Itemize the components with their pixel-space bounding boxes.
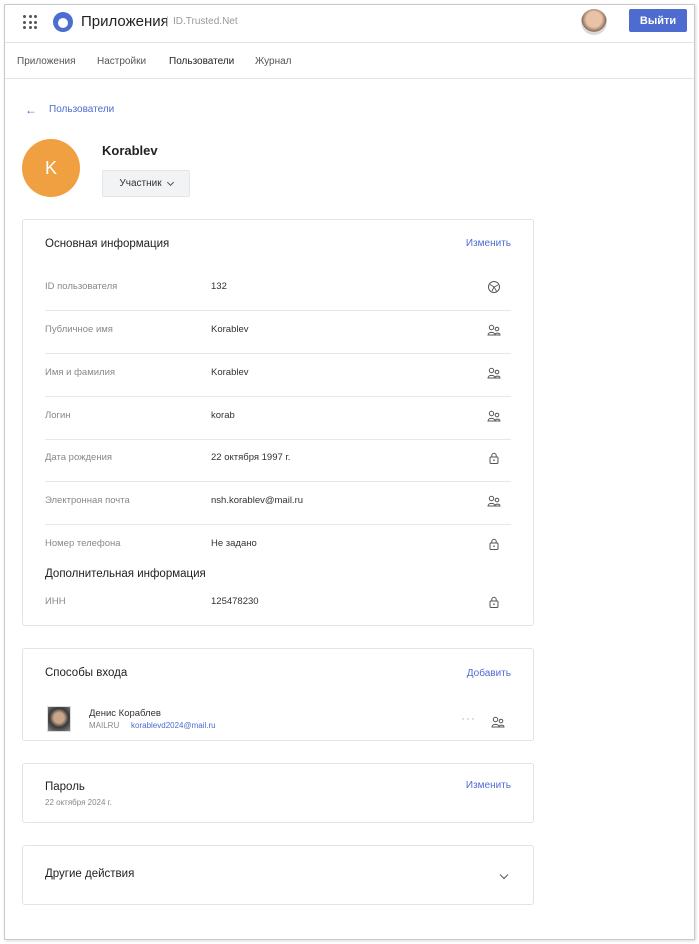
users-icon[interactable] [487, 494, 501, 508]
info-row-user-id: ID пользователя 132 [45, 268, 511, 311]
row-label: Дата рождения [45, 452, 113, 463]
edit-main-info-button[interactable]: Изменить [466, 238, 511, 249]
other-actions-title: Другие действия [45, 868, 135, 880]
nav-tabs: Приложения Настройки Пользователи Журнал [5, 43, 694, 79]
row-label: ID пользователя [45, 281, 118, 292]
login-methods-card: Способы входа Добавить Денис Кораблев MA… [22, 648, 534, 741]
lock-icon[interactable] [487, 537, 501, 551]
row-value: 22 октября 1997 г. [211, 452, 291, 463]
globe-icon[interactable] [487, 280, 501, 294]
row-value: korab [211, 410, 235, 421]
row-value: Не задано [211, 538, 257, 549]
apps-grid-icon[interactable] [23, 15, 37, 29]
current-user-avatar[interactable] [581, 9, 607, 35]
row-value: Korablev [211, 324, 249, 335]
login-account-email: korablevd2024@mail.ru [131, 721, 216, 730]
more-options-icon[interactable]: ··· [461, 711, 476, 725]
app-window: Приложения ID.Trusted.Net Выйти Приложен… [4, 4, 695, 940]
main-info-card: Основная информация Изменить ID пользова… [22, 219, 534, 626]
app-title: Приложения [81, 13, 169, 30]
info-row-public-name: Публичное имя Korablev [45, 311, 511, 354]
header: Приложения ID.Trusted.Net Выйти [5, 5, 694, 43]
info-row-birth-date: Дата рождения 22 октября 1997 г. [45, 439, 511, 482]
lock-icon[interactable] [487, 595, 501, 609]
tab-applications[interactable]: Приложения [17, 56, 76, 67]
change-password-button[interactable]: Изменить [466, 780, 511, 791]
tab-users[interactable]: Пользователи [169, 56, 234, 67]
info-row-phone: Номер телефона Не задано [45, 525, 511, 568]
chevron-down-icon[interactable] [499, 870, 509, 880]
logout-button[interactable]: Выйти [629, 9, 687, 32]
login-account-avatar [47, 706, 71, 732]
login-account-name: Денис Кораблев [89, 708, 161, 719]
tab-journal[interactable]: Журнал [255, 56, 292, 67]
users-icon[interactable] [491, 715, 505, 729]
row-label: ИНН [45, 596, 66, 607]
row-label: Публичное имя [45, 324, 113, 335]
password-card: Пароль 22 октября 2024 г. Изменить [22, 763, 534, 823]
chevron-down-icon [166, 178, 174, 186]
user-avatar: K [22, 139, 80, 197]
users-icon[interactable] [487, 323, 501, 337]
password-title: Пароль [45, 781, 85, 793]
info-row-full-name: Имя и фамилия Korablev [45, 354, 511, 397]
info-row-login: Логин korab [45, 397, 511, 440]
login-methods-title: Способы входа [45, 667, 128, 679]
login-provider: MAILRU [89, 721, 120, 730]
role-dropdown[interactable]: Участник [102, 170, 190, 197]
role-label: Участник [119, 178, 162, 189]
info-row-inn: ИНН 125478230 [45, 583, 511, 626]
row-value: nsh.korablev@mail.ru [211, 495, 304, 506]
row-label: Электронная почта [45, 495, 130, 506]
back-arrow-icon[interactable]: ← [25, 103, 37, 117]
tab-settings[interactable]: Настройки [97, 56, 146, 67]
password-date: 22 октября 2024 г. [45, 798, 112, 807]
back-to-users-link[interactable]: Пользователи [49, 104, 114, 115]
users-icon[interactable] [487, 366, 501, 380]
row-label: Логин [45, 410, 71, 421]
lock-icon[interactable] [487, 451, 501, 465]
additional-info-title: Дополнительная информация [45, 568, 206, 580]
row-value: 132 [211, 281, 227, 292]
row-label: Номер телефона [45, 538, 121, 549]
row-value: Korablev [211, 367, 249, 378]
app-logo-icon [53, 12, 73, 32]
app-subtitle: ID.Trusted.Net [167, 16, 238, 27]
info-row-email: Электронная почта nsh.korablev@mail.ru [45, 482, 511, 525]
row-label: Имя и фамилия [45, 367, 116, 378]
row-value: 125478230 [211, 596, 259, 607]
users-icon[interactable] [487, 409, 501, 423]
user-name: Korablev [102, 143, 158, 158]
main-info-title: Основная информация [45, 238, 170, 250]
add-login-method-button[interactable]: Добавить [467, 668, 511, 679]
other-actions-card[interactable]: Другие действия [22, 845, 534, 905]
